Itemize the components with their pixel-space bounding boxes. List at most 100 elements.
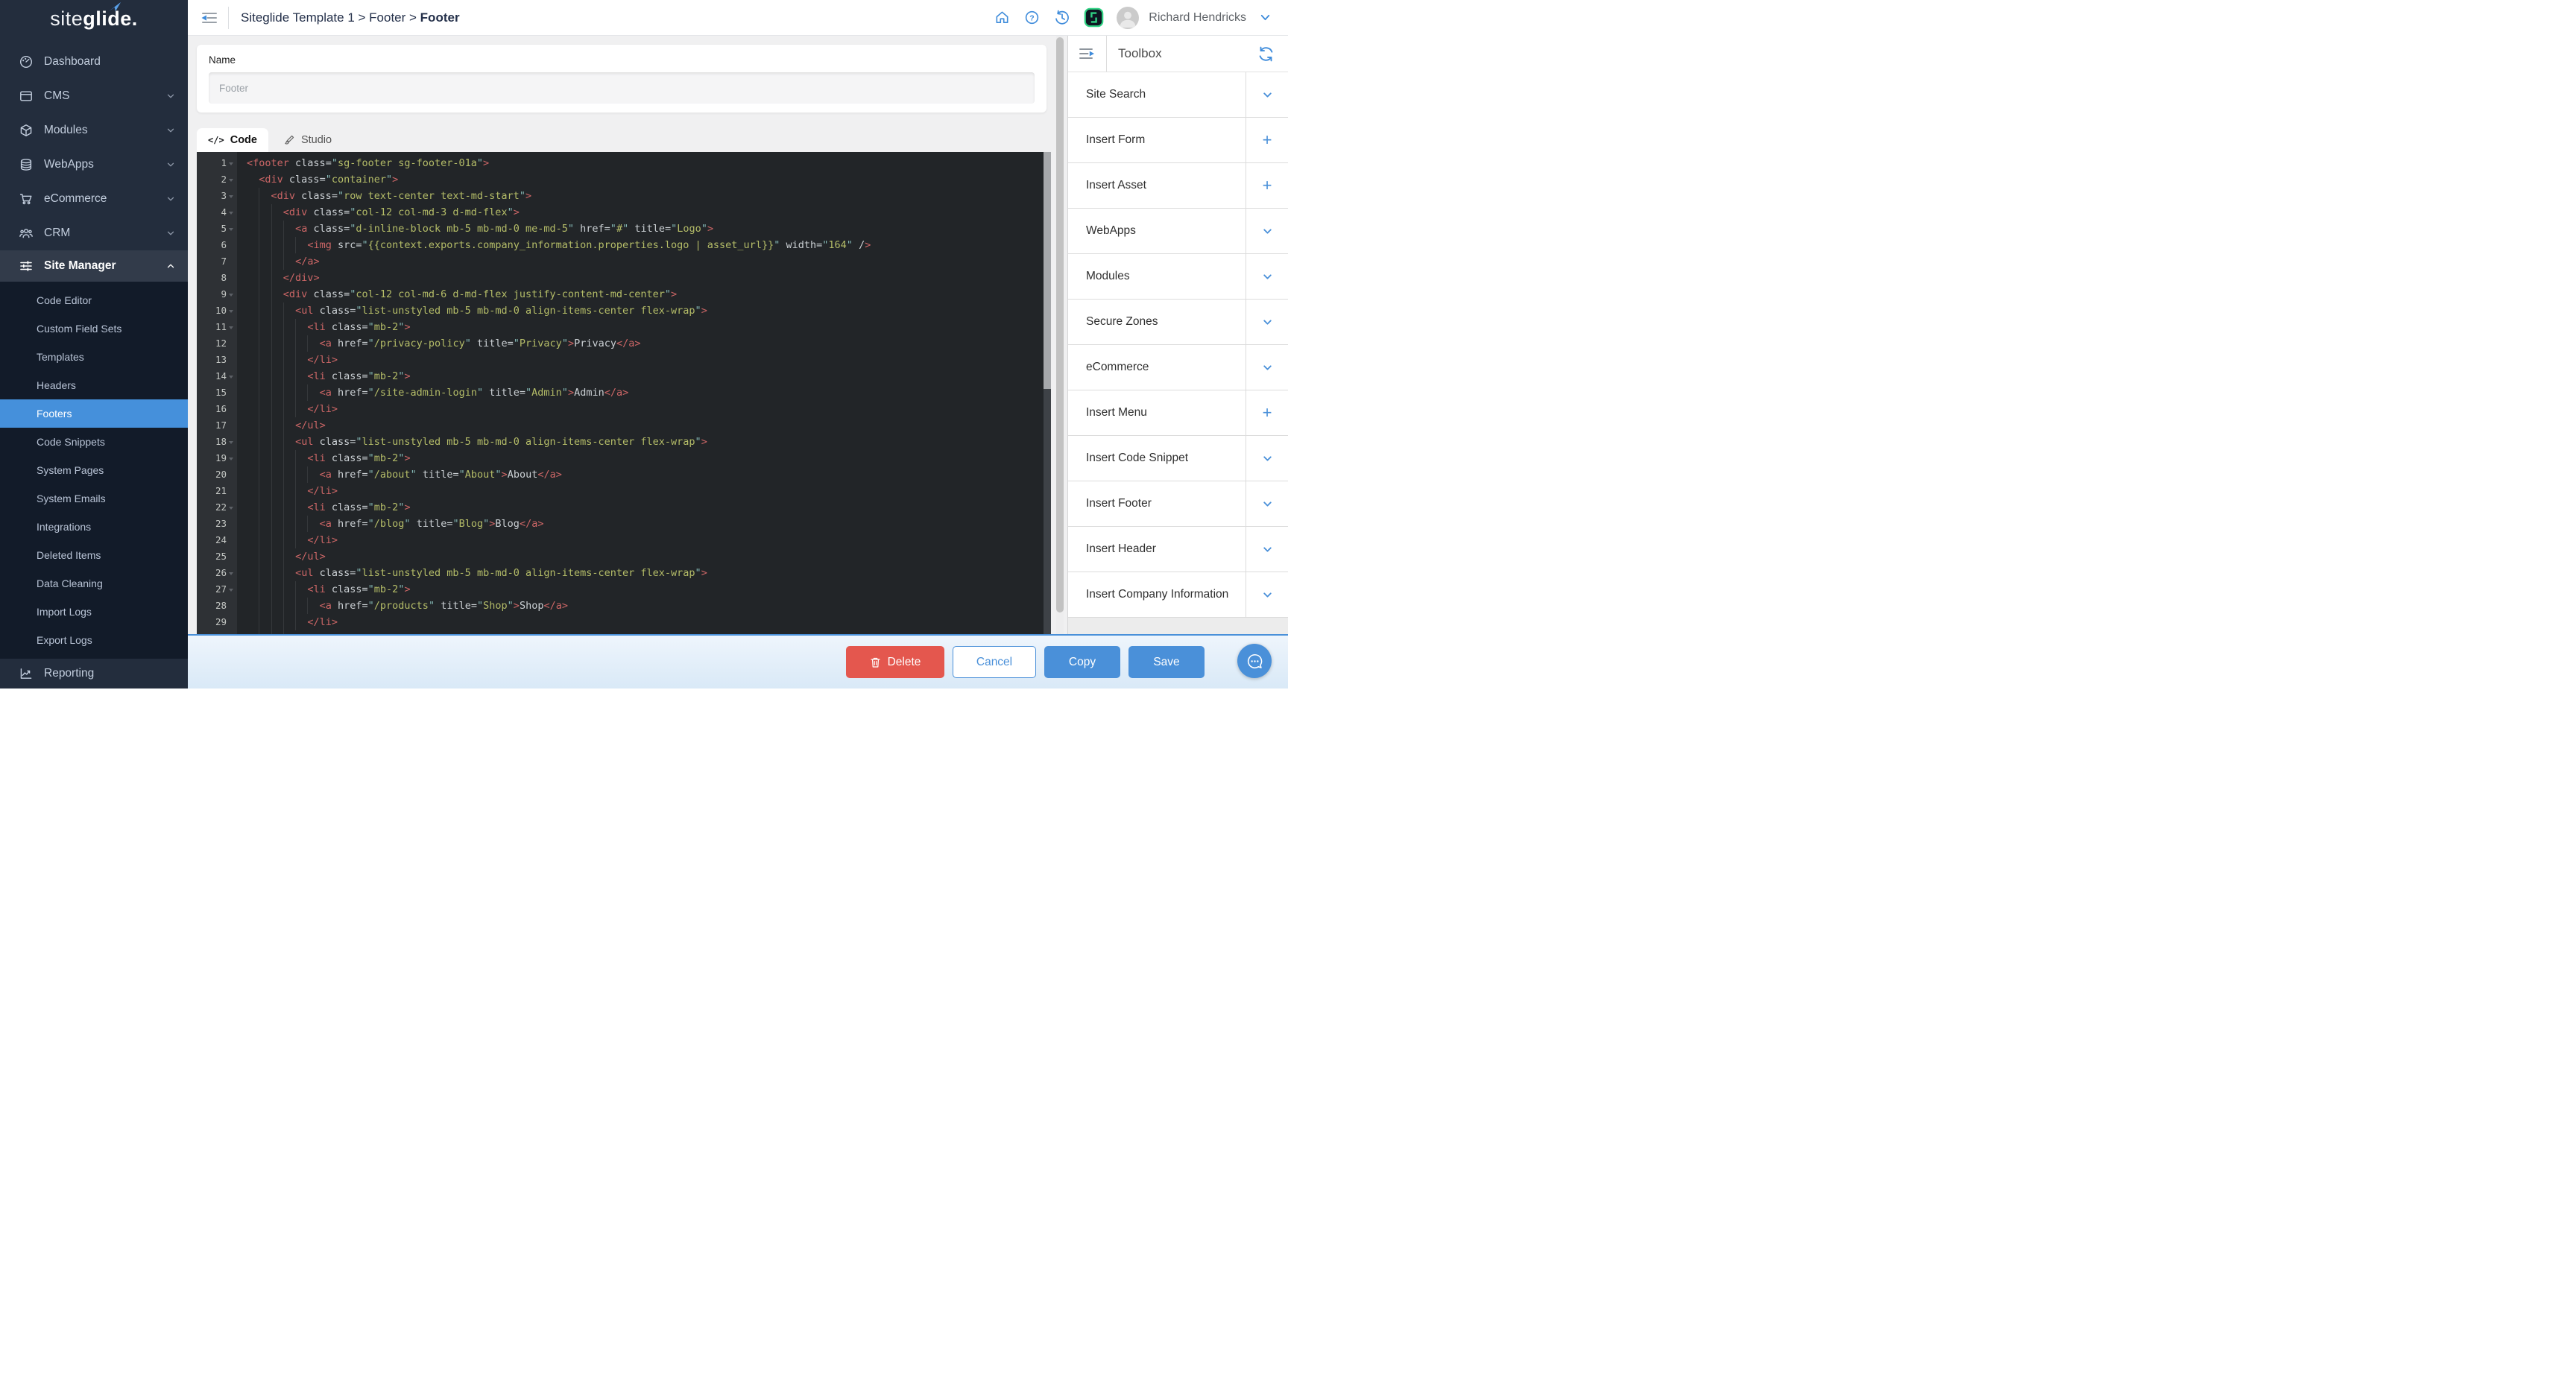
code-line[interactable]: 12 <a href="/privacy-policy" title="Priv… — [197, 335, 1044, 352]
fold-toggle-icon[interactable] — [227, 307, 235, 315]
sidebar-subitem-export-logs[interactable]: Export Logs — [0, 626, 188, 654]
sidebar-subitem-code-snippets[interactable]: Code Snippets — [0, 428, 188, 456]
sidebar-subitem-footers[interactable]: Footers — [0, 399, 188, 428]
sidebar-subitem-system-pages[interactable]: System Pages — [0, 456, 188, 484]
chevron-down-icon[interactable] — [1246, 300, 1288, 344]
avatar[interactable] — [1117, 7, 1139, 29]
code-line[interactable]: 16 </li> — [197, 401, 1044, 417]
sidebar-item-ecommerce[interactable]: eCommerce — [0, 182, 188, 216]
copy-button[interactable]: Copy — [1044, 646, 1120, 678]
sidebar-item-cms[interactable]: CMS — [0, 79, 188, 113]
sidebar-item-site-manager[interactable]: Site Manager — [0, 250, 188, 282]
sidebar-subitem-integrations[interactable]: Integrations — [0, 513, 188, 541]
name-input[interactable]: Footer — [209, 72, 1035, 104]
chevron-down-icon[interactable] — [1246, 481, 1288, 526]
chevron-down-icon[interactable] — [1246, 436, 1288, 481]
code-line[interactable]: 27 <li class="mb-2"> — [197, 581, 1044, 598]
delete-button[interactable]: Delete — [846, 646, 944, 678]
code-line[interactable]: 13 </li> — [197, 352, 1044, 368]
code-line[interactable]: 7 </a> — [197, 253, 1044, 270]
code-line[interactable]: 26 <ul class="list-unstyled mb-5 mb-md-0… — [197, 565, 1044, 581]
page-scrollbar[interactable] — [1056, 36, 1064, 634]
sidebar-item-reporting[interactable]: Reporting — [0, 659, 188, 688]
plus-icon[interactable]: + — [1246, 118, 1288, 162]
code-line[interactable]: 17 </ul> — [197, 417, 1044, 434]
code-line[interactable]: 2 <div class="container"> — [197, 171, 1044, 188]
fold-toggle-icon[interactable] — [227, 192, 235, 200]
chevron-down-icon[interactable] — [1259, 11, 1272, 24]
code-line[interactable]: 28 <a href="/products" title="Shop">Shop… — [197, 598, 1044, 614]
home-icon[interactable] — [994, 9, 1011, 26]
fold-toggle-icon[interactable] — [227, 323, 235, 332]
code-line[interactable]: 11 <li class="mb-2"> — [197, 319, 1044, 335]
sidebar-item-webapps[interactable]: WebApps — [0, 148, 188, 182]
chevron-down-icon[interactable] — [1246, 254, 1288, 299]
code-line[interactable]: 15 <a href="/site-admin-login" title="Ad… — [197, 384, 1044, 401]
code-line[interactable]: 20 <a href="/about" title="About">About<… — [197, 466, 1044, 483]
fold-toggle-icon[interactable] — [227, 159, 235, 168]
tab-code[interactable]: </> Code — [197, 128, 268, 152]
collapse-menu-icon[interactable] — [198, 10, 219, 26]
sidebar-subitem-headers[interactable]: Headers — [0, 371, 188, 399]
code-line[interactable]: 1<footer class="sg-footer sg-footer-01a"… — [197, 155, 1044, 171]
tab-studio[interactable]: Studio — [268, 128, 346, 152]
siteglide-logo[interactable]: siteglide. — [0, 0, 188, 37]
sidebar-item-modules[interactable]: Modules — [0, 113, 188, 148]
chevron-down-icon[interactable] — [1246, 345, 1288, 390]
fold-toggle-icon[interactable] — [227, 586, 235, 594]
plus-icon[interactable]: + — [1246, 390, 1288, 435]
user-name[interactable]: Richard Hendricks — [1149, 11, 1246, 25]
help-icon[interactable]: ? — [1023, 9, 1041, 26]
code-line[interactable]: 5 <a class="d-inline-block mb-5 mb-md-0 … — [197, 221, 1044, 237]
code-line[interactable]: 22 <li class="mb-2"> — [197, 499, 1044, 516]
sidebar-subitem-deleted-items[interactable]: Deleted Items — [0, 541, 188, 569]
collapse-panel-icon[interactable] — [1078, 46, 1097, 61]
fold-toggle-icon[interactable] — [227, 569, 235, 577]
chevron-down-icon[interactable] — [1246, 527, 1288, 572]
code-line[interactable]: 6 <img src="{{context.exports.company_in… — [197, 237, 1044, 253]
sidebar-subitem-import-logs[interactable]: Import Logs — [0, 598, 188, 626]
fold-toggle-icon[interactable] — [227, 291, 235, 299]
fold-toggle-icon[interactable] — [227, 438, 235, 446]
fold-toggle-icon[interactable] — [227, 225, 235, 233]
editor-scrollbar-thumb[interactable] — [1044, 152, 1051, 389]
chevron-down-icon[interactable] — [1246, 72, 1288, 117]
cancel-button[interactable]: Cancel — [953, 646, 1036, 678]
code-line[interactable]: 29 </li> — [197, 614, 1044, 630]
plus-icon[interactable]: + — [1246, 163, 1288, 208]
save-button[interactable]: Save — [1128, 646, 1205, 678]
page-scrollbar-thumb[interactable] — [1056, 37, 1064, 612]
chevron-down-icon[interactable] — [1246, 572, 1288, 617]
code-line[interactable]: 24 </li> — [197, 532, 1044, 548]
code-line[interactable]: 10 <ul class="list-unstyled mb-5 mb-md-0… — [197, 303, 1044, 319]
code-line[interactable]: 14 <li class="mb-2"> — [197, 368, 1044, 384]
chevron-down-icon[interactable] — [1246, 209, 1288, 253]
code-line[interactable]: 3 <div class="row text-center text-md-st… — [197, 188, 1044, 204]
refresh-icon[interactable] — [1257, 45, 1275, 63]
history-icon[interactable] — [1053, 9, 1071, 27]
sidebar-subitem-code-editor[interactable]: Code Editor — [0, 286, 188, 314]
sidebar-subitem-templates[interactable]: Templates — [0, 343, 188, 371]
sidebar-subitem-data-cleaning[interactable]: Data Cleaning — [0, 569, 188, 598]
chat-support-button[interactable] — [1237, 644, 1272, 678]
editor-scrollbar[interactable] — [1044, 152, 1051, 636]
sidebar-subitem-custom-field-sets[interactable]: Custom Field Sets — [0, 314, 188, 343]
fold-toggle-icon[interactable] — [227, 455, 235, 463]
code-line[interactable]: 21 </li> — [197, 483, 1044, 499]
code-line[interactable]: 4 <div class="col-12 col-md-3 d-md-flex"… — [197, 204, 1044, 221]
siteglide-app-icon[interactable] — [1084, 7, 1104, 28]
fold-toggle-icon[interactable] — [227, 176, 235, 184]
code-line[interactable]: 19 <li class="mb-2"> — [197, 450, 1044, 466]
code-line[interactable]: 18 <ul class="list-unstyled mb-5 mb-md-0… — [197, 434, 1044, 450]
sidebar-subitem-system-emails[interactable]: System Emails — [0, 484, 188, 513]
code-line[interactable]: 9 <div class="col-12 col-md-6 d-md-flex … — [197, 286, 1044, 303]
sidebar-item-crm[interactable]: CRM — [0, 216, 188, 250]
fold-toggle-icon[interactable] — [227, 504, 235, 512]
code-line[interactable]: 23 <a href="/blog" title="Blog">Blog</a> — [197, 516, 1044, 532]
fold-toggle-icon[interactable] — [227, 373, 235, 381]
fold-toggle-icon[interactable] — [227, 209, 235, 217]
code-editor[interactable]: 1<footer class="sg-footer sg-footer-01a"… — [197, 152, 1051, 636]
sidebar-item-dashboard[interactable]: Dashboard — [0, 45, 188, 79]
code-line[interactable]: 25 </ul> — [197, 548, 1044, 565]
code-line[interactable]: 8 </div> — [197, 270, 1044, 286]
